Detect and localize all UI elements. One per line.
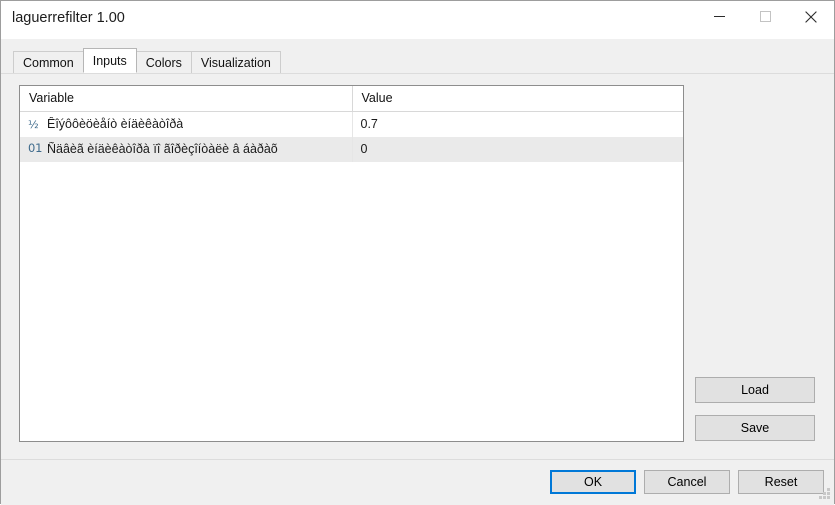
tab-common-label: Common xyxy=(23,55,74,70)
value-text: 0.7 xyxy=(360,117,378,131)
value-text: 0 xyxy=(360,142,368,156)
tab-visualization-label: Visualization xyxy=(200,55,271,70)
cell-value[interactable]: 0 xyxy=(352,136,683,162)
close-button[interactable] xyxy=(788,1,834,32)
maximize-icon xyxy=(759,11,771,22)
tab-visualization[interactable]: Visualization xyxy=(190,51,281,73)
dialog-window: ………… …… laguerrefilter 1.00 xyxy=(0,0,835,505)
tab-colors[interactable]: Colors xyxy=(135,51,192,73)
window-title: laguerrefilter 1.00 xyxy=(12,10,125,26)
integer-type-icon: 01 xyxy=(28,141,43,156)
tab-strip: Common Inputs Colors Visualization xyxy=(13,48,281,73)
load-button[interactable]: Load xyxy=(695,377,815,403)
cell-variable[interactable]: ½ Êîýôôèöèåíò èíäèêàòîðà xyxy=(20,111,353,137)
save-button[interactable]: Save xyxy=(695,415,815,441)
column-header-variable[interactable]: Variable xyxy=(20,86,353,112)
table-row[interactable]: ½ Êîýôôèöèåíò èíäèêàòîðà 0.7 xyxy=(20,111,683,137)
tab-common[interactable]: Common xyxy=(13,51,84,73)
maximize-button[interactable] xyxy=(742,1,788,32)
double-type-icon: ½ xyxy=(28,117,39,131)
window-controls xyxy=(696,1,834,32)
inputs-table[interactable]: Variable Value ½ Êîýôôèöèåíò èíäèêàòîðà … xyxy=(19,85,684,442)
minimize-icon xyxy=(713,11,725,22)
minimize-button[interactable] xyxy=(696,1,742,32)
cancel-button[interactable]: Cancel xyxy=(644,470,730,494)
close-icon xyxy=(805,10,817,23)
reset-button[interactable]: Reset xyxy=(738,470,824,494)
variable-label: Ñäâèã èíäèêàòîðà ïî ãîðèçîíòàëè â áàðàõ xyxy=(47,142,278,156)
variable-label: Êîýôôèöèåíò èíäèêàòîðà xyxy=(47,117,184,131)
tab-colors-label: Colors xyxy=(145,55,182,70)
ok-button[interactable]: OK xyxy=(550,470,636,494)
tab-inputs[interactable]: Inputs xyxy=(82,48,137,73)
table-row[interactable]: 01 Ñäâèã èíäèêàòîðà ïî ãîðèçîíòàëè â áàð… xyxy=(20,136,683,162)
cell-variable[interactable]: 01 Ñäâèã èíäèêàòîðà ïî ãîðèçîíòàëè â áàð… xyxy=(20,136,353,162)
resize-grip[interactable] xyxy=(818,487,831,500)
column-header-value[interactable]: Value xyxy=(352,86,683,112)
table-header-row: Variable Value xyxy=(20,86,683,112)
title-bar: laguerrefilter 1.00 xyxy=(1,1,834,39)
cell-value[interactable]: 0.7 xyxy=(352,111,683,137)
tab-inputs-label: Inputs xyxy=(92,53,127,68)
